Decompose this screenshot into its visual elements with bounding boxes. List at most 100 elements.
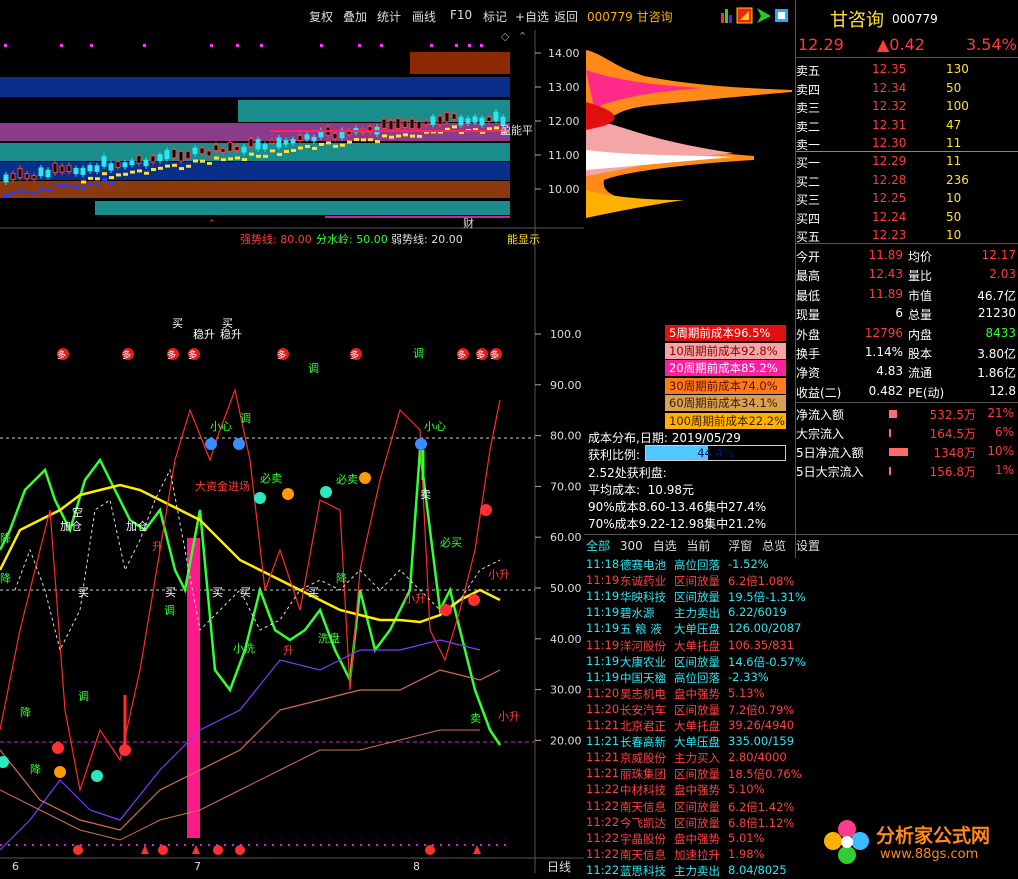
ticker-event: 大单压盘: [674, 735, 720, 750]
ma-dash-blue: [60, 184, 65, 188]
profit-bar: 44.4%: [645, 445, 786, 461]
top-dot: [455, 44, 458, 47]
ticker-time: 11:22: [586, 798, 620, 813]
tab-float[interactable]: 浮窗: [728, 539, 752, 553]
ma-dash-blue: [11, 191, 16, 195]
bottom-marks: [73, 845, 481, 855]
tab-settings[interactable]: 设置: [796, 539, 820, 553]
ticker-value: 5.10%: [728, 782, 765, 797]
brown-line: [0, 669, 501, 831]
tab-overview[interactable]: 总览: [762, 539, 786, 553]
ma-dash: [452, 125, 457, 129]
menu-biaoji[interactable]: 标记: [483, 8, 507, 25]
ind-tick-label: 70.00: [550, 480, 582, 493]
ask-label: 卖二: [796, 119, 821, 134]
candle-body: [24, 173, 30, 180]
stat-value: 3.80亿: [977, 347, 1016, 361]
stock-code: 000779: [892, 12, 938, 26]
legend-water: 分水岭: 50.00: [316, 232, 388, 246]
ticker-name: 长春高新: [620, 735, 666, 750]
stat-row: 现量 6 总量 21230: [796, 306, 1018, 324]
candle-body: [472, 116, 478, 123]
stat-row: 外盘 12796 内盘 8433: [796, 326, 1018, 344]
menu-diejia[interactable]: 叠加: [343, 8, 367, 25]
candle-body: [241, 146, 247, 153]
main-chart-area[interactable]: 盈能平 财 ◇ ⌃ ⌃ 14.00 13.00 12.00 11.00 10.00 强势…: [0, 30, 584, 873]
signal-icon: [320, 486, 332, 498]
ind-tick-label: 60.00: [550, 531, 582, 544]
ticker-value: 2.80/4000: [728, 750, 787, 765]
ticker-value: 5.01%: [728, 830, 765, 845]
profit-value: 44.4%: [697, 446, 734, 460]
ind-tick-label: 30.00: [550, 684, 582, 697]
wash-label: 洗盘: [318, 631, 340, 645]
ma-dash: [256, 154, 261, 158]
menu-add-favorite[interactable]: +自选: [515, 8, 549, 25]
indicator-axis: 100.0 90.00 80.00 70.00 60.00 50.00 40.00 30.00…: [535, 328, 582, 747]
bottom-arrow-icon: [192, 845, 200, 854]
ma-dash: [81, 180, 86, 184]
red-ball-icon: [468, 594, 480, 606]
ma-dash: [116, 173, 121, 177]
bid-volume: 50: [946, 209, 962, 224]
ticker-value: 6.2倍1.42%: [728, 799, 795, 814]
ticker-name: 北京君正: [620, 719, 666, 733]
signal-icon: [0, 756, 9, 768]
ma-dash: [291, 148, 296, 152]
candle-body: [10, 172, 16, 181]
color-palette-icon[interactable]: [736, 7, 753, 24]
bar-chart-icon[interactable]: [721, 9, 732, 23]
price-tick-label: 10.00: [548, 183, 580, 196]
candle-body: [234, 146, 240, 151]
ticker-event: 盘中强势: [674, 686, 720, 701]
grid-icon[interactable]: [775, 9, 788, 22]
candle-body: [129, 160, 135, 166]
bid-volume: 10: [946, 228, 962, 242]
ma-dash: [319, 142, 324, 146]
top-dot: [430, 44, 433, 47]
bid-price: 12.28: [872, 172, 907, 187]
stat-value: 2.03: [989, 267, 1016, 282]
ticker-name: 东诚药业: [620, 574, 666, 589]
ma-dash-blue: [18, 189, 23, 193]
candle-body: [199, 147, 205, 155]
band-8: [95, 201, 510, 215]
ticker-time: 11:22: [586, 814, 620, 829]
top-dot: [480, 44, 483, 47]
ind-tick-label: 50.00: [550, 582, 582, 595]
candle-body: [143, 159, 149, 167]
diamond-icon[interactable]: ◇: [501, 30, 510, 43]
tab-current[interactable]: 当前: [686, 539, 710, 553]
watermark-title: 分析家公式网: [876, 825, 991, 847]
ticker-value: 6.22/6019: [728, 605, 787, 620]
ma-dash: [417, 134, 422, 138]
bottom-arrow-icon: [141, 845, 149, 854]
bid-label: 买三: [796, 193, 821, 207]
steady-up-label: 稳升: [193, 327, 215, 341]
blue-ball-icon: [205, 438, 217, 450]
arrow-icon[interactable]: [757, 8, 771, 23]
tab-favorites[interactable]: 自选: [653, 539, 677, 553]
tab-300[interactable]: 300: [620, 539, 643, 553]
ma-dash: [137, 169, 142, 173]
bid-price: 12.24: [872, 209, 907, 224]
signal-icon: [254, 492, 266, 504]
expand-icon[interactable]: ⌃: [518, 30, 527, 43]
menu-huaxian[interactable]: 画线: [412, 8, 436, 25]
ma-dash: [130, 170, 135, 174]
bottom-ball-icon: [235, 845, 245, 855]
tab-all[interactable]: 全部: [586, 539, 610, 553]
sell-label: 卖: [470, 712, 481, 725]
menu-f10[interactable]: F10: [450, 8, 472, 22]
menu-back[interactable]: 返回: [554, 8, 578, 25]
stat-value: 1.86亿: [977, 366, 1016, 381]
small-up-label: 小升: [498, 710, 520, 723]
menu-tongji[interactable]: 统计: [377, 8, 401, 25]
period-label[interactable]: 日线: [547, 860, 571, 873]
ask-volume: 100: [946, 99, 969, 113]
menu-fuquan[interactable]: 复权: [309, 8, 333, 25]
ma-dash: [214, 156, 219, 160]
ticker-time: 11:19: [586, 669, 620, 684]
ma-dash: [494, 126, 499, 130]
down-label: 降: [336, 571, 347, 585]
